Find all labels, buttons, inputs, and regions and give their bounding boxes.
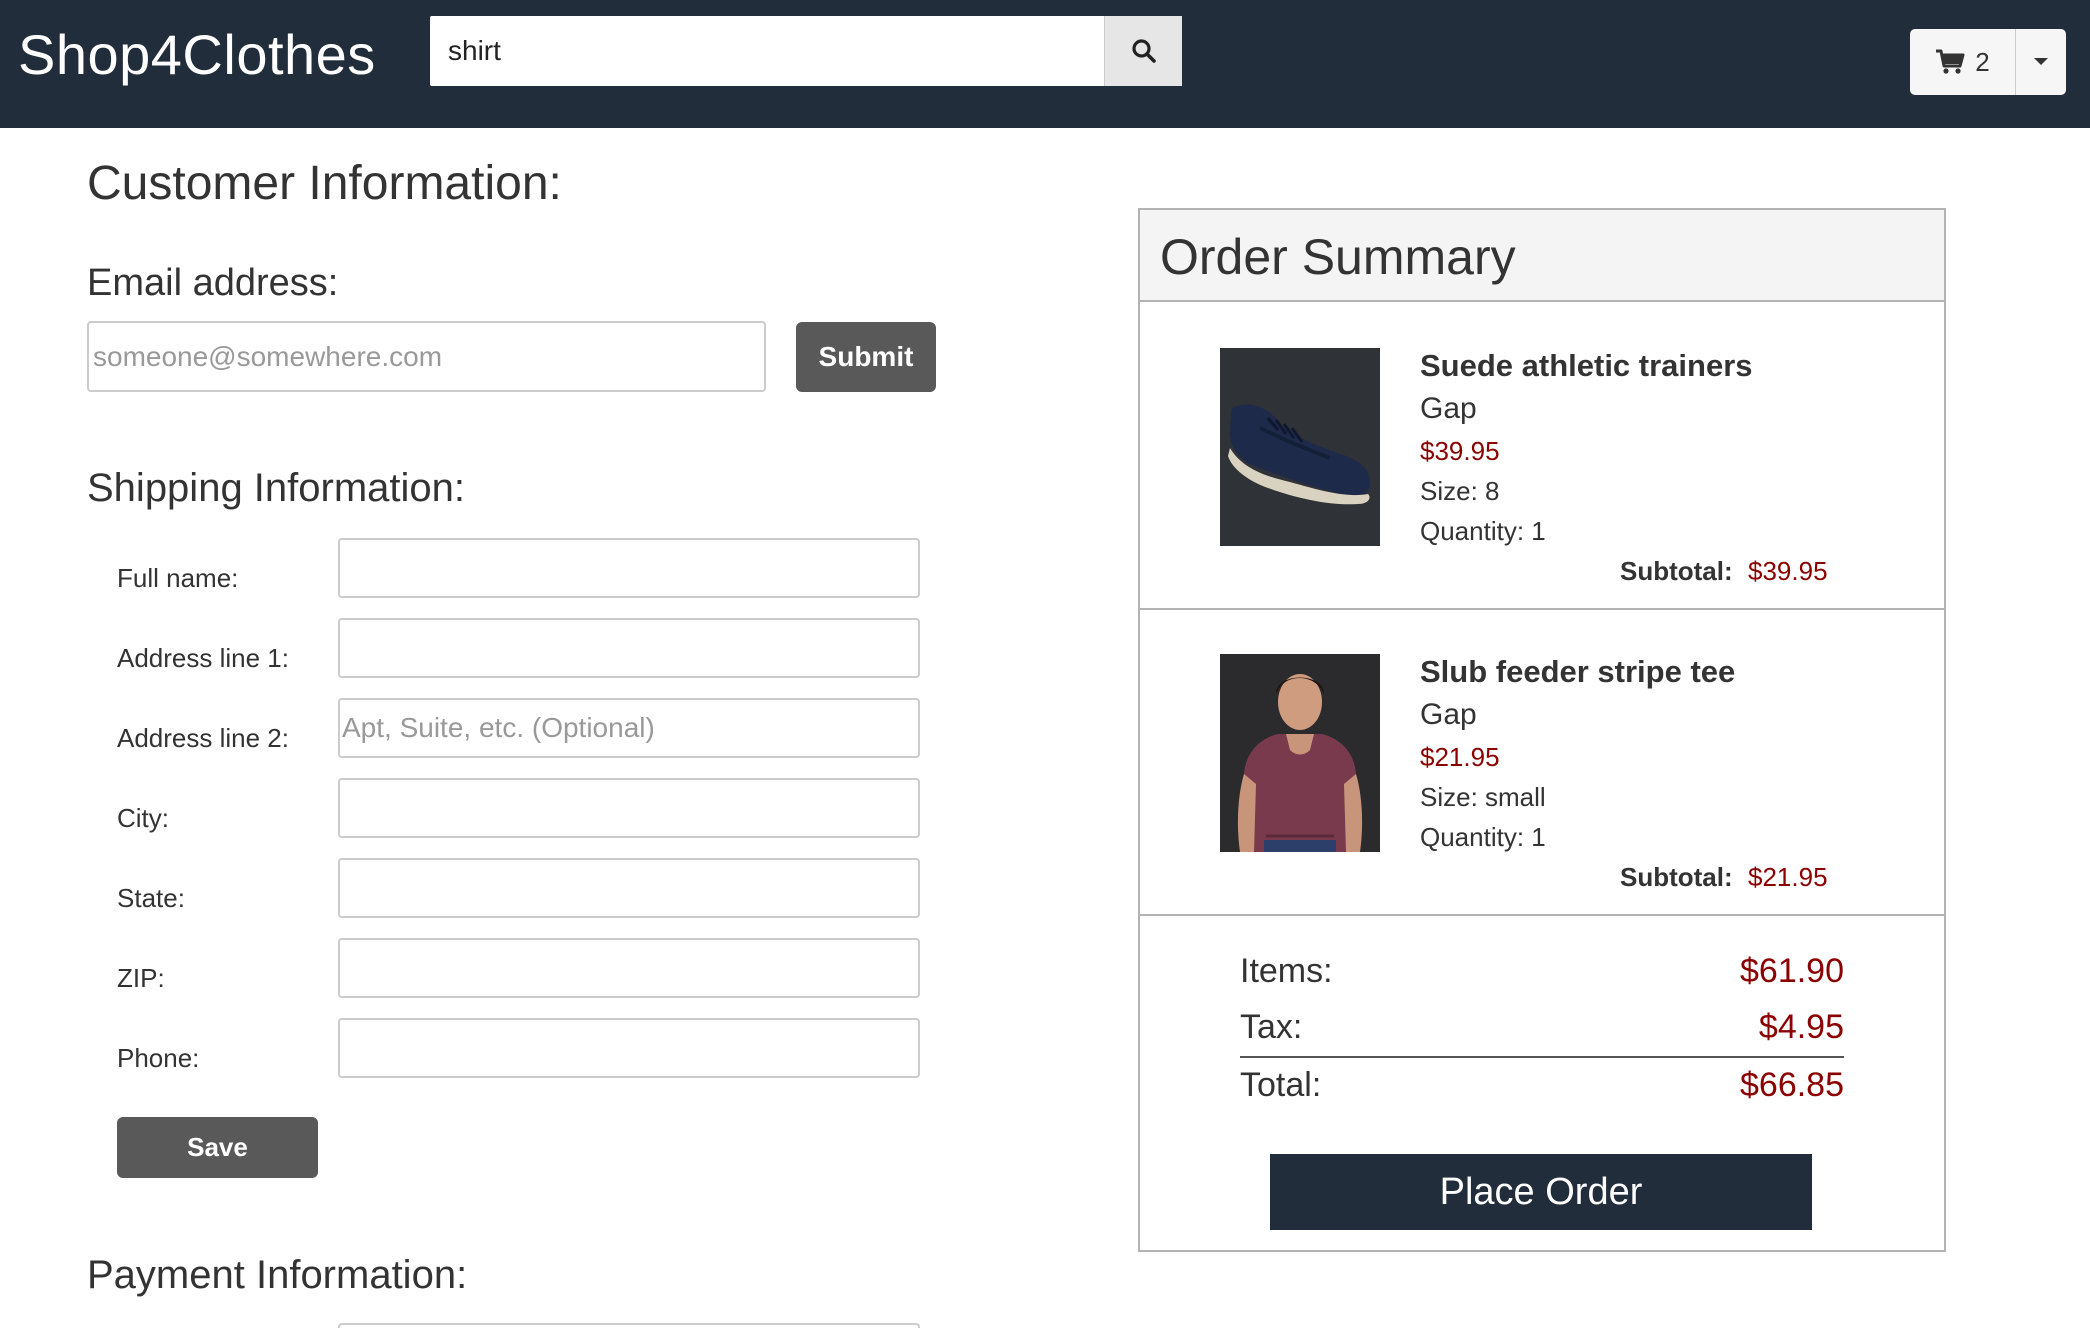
- items-total-value: $61.90: [1740, 952, 1844, 990]
- item-subtotal: $39.95: [1748, 556, 1828, 586]
- grand-total-label: Total:: [1240, 1066, 1322, 1104]
- item-size: Size: small: [1420, 782, 1546, 812]
- item-subtotal: $21.95: [1748, 862, 1828, 892]
- zip-label: ZIP:: [117, 963, 165, 993]
- city-label: City:: [117, 803, 169, 833]
- item-quantity: Quantity: 1: [1420, 516, 1546, 546]
- tax-row: Tax: $4.95: [1240, 1008, 1844, 1058]
- shopping-cart-icon: [1936, 49, 1965, 74]
- address-line-2-field[interactable]: [338, 698, 920, 758]
- order-summary-title: Order Summary: [1160, 229, 1516, 285]
- address-line-1-label: Address line 1:: [117, 643, 289, 673]
- top-navbar: Shop4Clothes 2: [0, 0, 2090, 128]
- item-subtotal-label: Subtotal:: [1620, 862, 1733, 892]
- address-line-2-label: Address line 2:: [117, 723, 289, 753]
- grand-total-value: $66.85: [1740, 1066, 1844, 1104]
- payment-info-heading: Payment Information:: [87, 1253, 468, 1297]
- email-field[interactable]: [87, 321, 766, 392]
- item-quantity: Quantity: 1: [1420, 822, 1546, 852]
- customer-info-heading: Customer Information:: [87, 157, 562, 210]
- item-price: $21.95: [1420, 742, 1500, 772]
- address-line-1-field[interactable]: [338, 618, 920, 678]
- place-order-button[interactable]: Place Order: [1270, 1154, 1812, 1230]
- state-label: State:: [117, 883, 185, 913]
- search-input[interactable]: [430, 16, 1104, 86]
- order-item: Slub feeder stripe tee Gap $21.95 Size: …: [1140, 610, 1944, 916]
- submit-email-button[interactable]: Submit: [796, 322, 936, 392]
- search-bar: [430, 16, 1182, 86]
- items-total-label: Items:: [1240, 952, 1333, 990]
- email-label: Email address:: [87, 262, 339, 304]
- full-name-label: Full name:: [117, 563, 239, 593]
- payment-field[interactable]: [338, 1323, 920, 1328]
- phone-label: Phone:: [117, 1043, 200, 1073]
- cart-count: 2: [1975, 46, 1990, 77]
- totals-divider: [1240, 1056, 1844, 1058]
- cart-button-group: 2: [1910, 29, 2066, 95]
- item-brand: Gap: [1420, 392, 1477, 425]
- full-name-field[interactable]: [338, 538, 920, 598]
- item-name[interactable]: Suede athletic trainers: [1420, 348, 1753, 384]
- search-button[interactable]: [1104, 16, 1182, 86]
- state-field[interactable]: [338, 858, 920, 918]
- cart-dropdown-toggle[interactable]: [2016, 29, 2066, 95]
- search-icon: [1131, 39, 1156, 63]
- tax-label: Tax:: [1240, 1008, 1303, 1046]
- grand-total-row: Total: $66.85: [1240, 1066, 1844, 1116]
- caret-down-icon: [2034, 58, 2048, 65]
- tax-value: $4.95: [1758, 1008, 1844, 1046]
- order-item: Suede athletic trainers Gap $39.95 Size:…: [1140, 304, 1944, 610]
- order-summary-panel: Order Summary Suede athletic trainers Ga…: [1138, 208, 1946, 1252]
- items-total-row: Items: $61.90: [1240, 952, 1844, 1002]
- brand-logo[interactable]: Shop4Clothes: [18, 22, 376, 87]
- item-size: Size: 8: [1420, 476, 1500, 506]
- cart-button[interactable]: 2: [1910, 29, 2016, 95]
- item-subtotal-label: Subtotal:: [1620, 556, 1733, 586]
- item-name[interactable]: Slub feeder stripe tee: [1420, 654, 1735, 690]
- phone-field[interactable]: [338, 1018, 920, 1078]
- shipping-info-heading: Shipping Information:: [87, 466, 466, 510]
- man-in-maroon-tee-image[interactable]: [1220, 654, 1380, 852]
- item-brand: Gap: [1420, 698, 1477, 731]
- city-field[interactable]: [338, 778, 920, 838]
- zip-field[interactable]: [338, 938, 920, 998]
- item-price: $39.95: [1420, 436, 1500, 466]
- navy-suede-sneaker-image[interactable]: [1220, 348, 1380, 546]
- order-summary-header: Order Summary: [1140, 210, 1944, 302]
- save-shipping-button[interactable]: Save: [117, 1117, 318, 1178]
